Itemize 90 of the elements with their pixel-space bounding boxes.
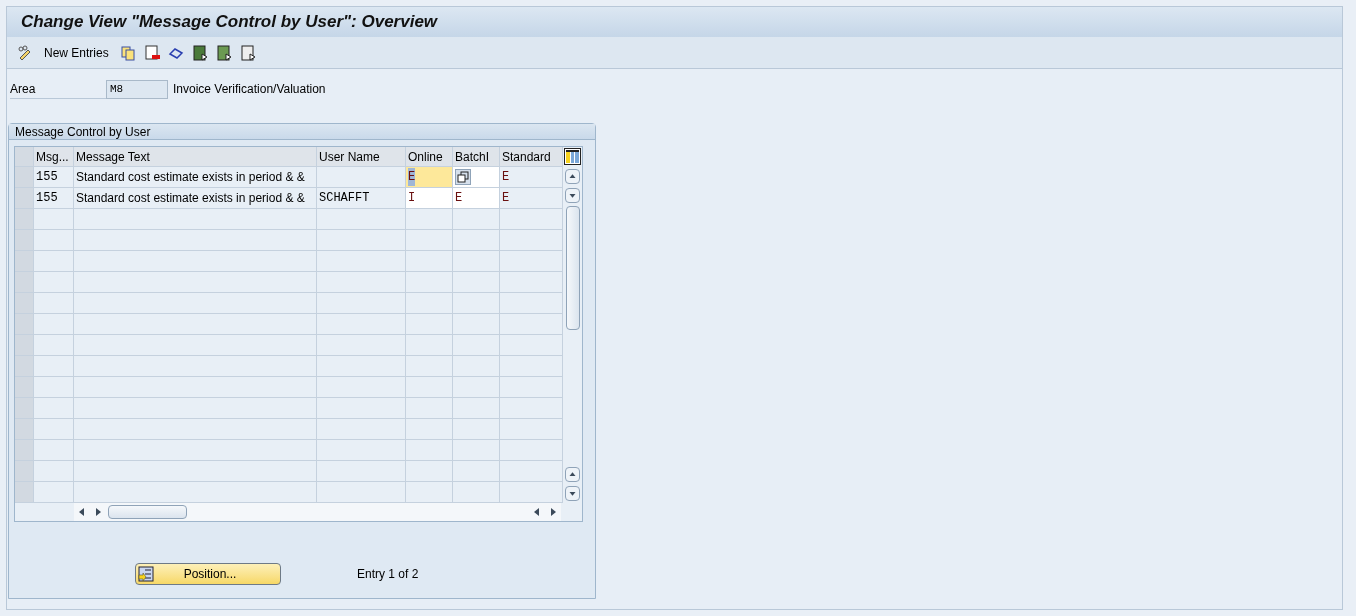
value-help-icon[interactable] [455, 169, 471, 185]
table-cell [34, 377, 74, 398]
table-cell [500, 251, 563, 272]
table-cell [34, 461, 74, 482]
horizontal-scrollbar-thumb[interactable] [108, 505, 187, 519]
table-cell: 155 [34, 188, 74, 209]
table-cell [500, 335, 563, 356]
vertical-scrollbar-thumb[interactable] [565, 206, 580, 330]
online-input-field[interactable]: E [406, 167, 453, 188]
caret-up-icon [568, 470, 577, 479]
batch-input-field[interactable] [453, 167, 500, 188]
table-cell [34, 209, 74, 230]
column-header[interactable]: Message Text [74, 147, 317, 167]
table-cell [406, 335, 453, 356]
table-cell [406, 356, 453, 377]
caret-down-icon [568, 489, 577, 498]
table-cell [453, 461, 500, 482]
table-cell [34, 482, 74, 503]
table-cell: Standard cost estimate exists in period & & [74, 167, 317, 188]
table-cell [453, 377, 500, 398]
table-cell [500, 419, 563, 440]
table-cell [500, 461, 563, 482]
window-title: Change View "Message Control by User": Overview [21, 11, 438, 34]
table-cell: 155 [34, 167, 74, 188]
table-cell [406, 398, 453, 419]
table-cell [500, 356, 563, 377]
table-cell [453, 230, 500, 251]
table-cell [500, 293, 563, 314]
table-cell [34, 419, 74, 440]
scroll-down-button[interactable] [565, 188, 580, 203]
table-cell [34, 356, 74, 377]
select-all-cell[interactable] [15, 147, 34, 167]
scroll-up-button[interactable] [565, 169, 580, 184]
table-cell [406, 209, 453, 230]
table-cell [453, 356, 500, 377]
table-cell [34, 335, 74, 356]
area-field[interactable]: M8 [106, 79, 168, 99]
table-cell [406, 230, 453, 251]
table-cell [500, 440, 563, 461]
position-icon [138, 566, 154, 582]
table-cell [406, 461, 453, 482]
table-cell [453, 440, 500, 461]
table-cell [453, 419, 500, 440]
table-cell [34, 230, 74, 251]
table-cell: E [500, 167, 563, 188]
table-cell [500, 209, 563, 230]
pencil-icon[interactable] [17, 44, 33, 61]
scroll-down-button[interactable] [565, 486, 580, 501]
table-cell [406, 251, 453, 272]
table-cell [406, 293, 453, 314]
table-cell [34, 272, 74, 293]
table-cell [406, 314, 453, 335]
table-cell: Standard cost estimate exists in period & & [74, 188, 317, 209]
group-title: Message Control by User [15, 123, 151, 141]
table-cell [453, 293, 500, 314]
caret-down-icon [568, 191, 577, 200]
entry-counter: Entry 1 of 2 [357, 566, 419, 583]
table-cell [34, 440, 74, 461]
table-cell [500, 398, 563, 419]
column-settings-icon[interactable] [564, 148, 581, 165]
table-cell [34, 293, 74, 314]
table-cell [406, 440, 453, 461]
table-cell [453, 398, 500, 419]
scroll-up-button[interactable] [565, 467, 580, 482]
column-header[interactable]: Msg... [34, 147, 74, 167]
table-cell [500, 377, 563, 398]
table-cell: E [500, 188, 563, 209]
column-header[interactable]: Standard [500, 147, 563, 167]
table-cell [406, 377, 453, 398]
table-cell [453, 209, 500, 230]
table-cell [406, 272, 453, 293]
new-entries-button[interactable]: New Entries [41, 43, 112, 62]
position-button[interactable]: Position... [135, 563, 281, 585]
copy-icon[interactable] [119, 44, 136, 61]
table-cell [453, 251, 500, 272]
table-cell [500, 230, 563, 251]
table-cell [500, 314, 563, 335]
table-cell [34, 398, 74, 419]
caret-up-icon [568, 172, 577, 181]
table-cell [34, 251, 74, 272]
area-description: Invoice Verification/Valuation [173, 81, 326, 98]
online-input-field[interactable]: I [406, 188, 453, 209]
column-header[interactable]: User Name [317, 147, 406, 167]
table-cell [34, 314, 74, 335]
table-cell [500, 272, 563, 293]
table-cell [453, 335, 500, 356]
table-cell [453, 314, 500, 335]
table-cell [453, 272, 500, 293]
table-cell [406, 419, 453, 440]
batch-input-field[interactable]: E [453, 188, 500, 209]
